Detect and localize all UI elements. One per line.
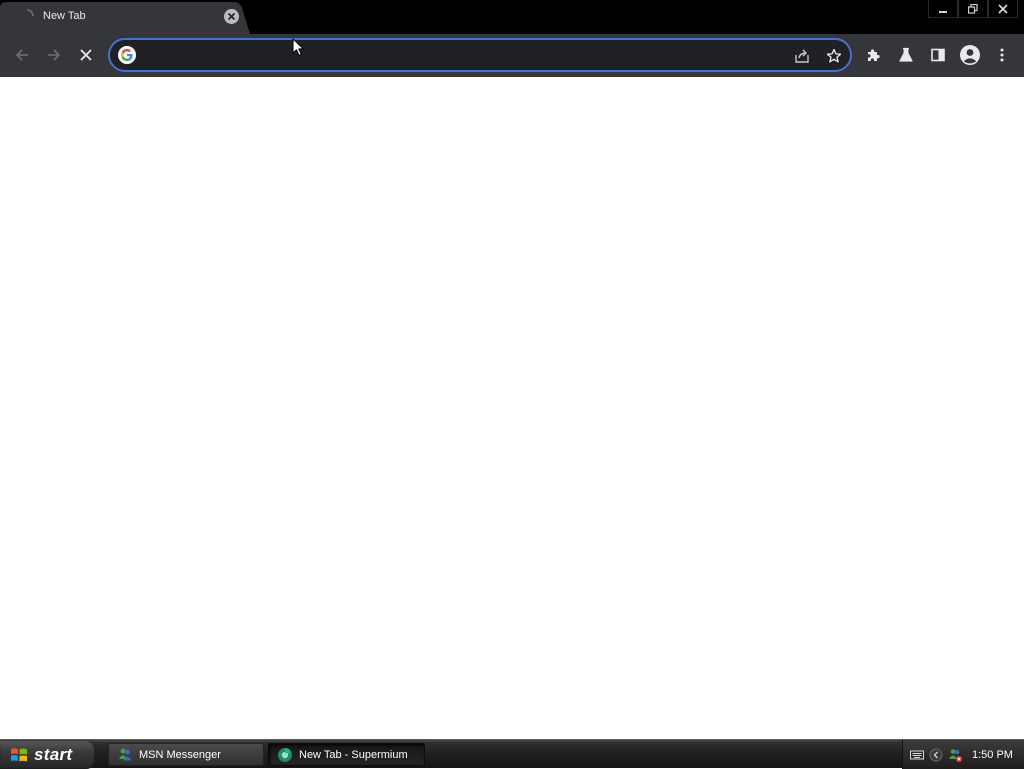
- minimize-button[interactable]: [928, 0, 958, 18]
- start-button[interactable]: start: [0, 740, 96, 769]
- tab-new-tab[interactable]: New Tab: [0, 0, 252, 34]
- close-icon: [998, 3, 1008, 14]
- browser-tab-strip: New Tab: [0, 0, 1024, 34]
- supermium-icon: [278, 747, 292, 762]
- arrow-right-icon: [48, 49, 61, 61]
- close-icon: [227, 12, 236, 21]
- taskbar-item-label: New Tab - Supermium: [299, 748, 408, 761]
- star-icon: [826, 48, 842, 63]
- windows-logo-icon: [11, 747, 27, 761]
- side-panel-icon: [931, 48, 945, 62]
- back-button[interactable]: [7, 40, 37, 70]
- minimize-icon: [939, 10, 947, 13]
- page-content[interactable]: [0, 77, 1024, 739]
- tab-title: New Tab: [43, 10, 86, 22]
- tab-background: [0, 2, 250, 34]
- loading-spinner-icon: [26, 9, 34, 17]
- puzzle-icon: [868, 49, 880, 61]
- mouse-cursor-icon: [292, 38, 304, 56]
- extensions-button[interactable]: [859, 40, 889, 70]
- restore-button[interactable]: [958, 0, 988, 18]
- taskbar-item-label: MSN Messenger: [139, 748, 221, 761]
- stop-loading-button[interactable]: [71, 40, 101, 70]
- chevron-left-icon[interactable]: [928, 747, 944, 763]
- google-icon: [118, 46, 136, 64]
- profile-button[interactable]: [955, 40, 985, 70]
- start-label: start: [34, 744, 73, 764]
- close-window-button[interactable]: [988, 0, 1018, 18]
- messenger-status-icon[interactable]: [947, 747, 963, 763]
- stop-icon: [80, 49, 92, 61]
- tab-close-button[interactable]: [224, 9, 239, 24]
- labs-button[interactable]: [891, 40, 921, 70]
- url-input[interactable]: [146, 44, 776, 66]
- share-icon: [795, 49, 809, 63]
- window-controls: [928, 0, 1018, 18]
- clock[interactable]: 1:50 PM: [972, 749, 1013, 761]
- menu-button[interactable]: [987, 40, 1017, 70]
- arrow-left-icon: [15, 49, 28, 61]
- side-panel-button[interactable]: [923, 40, 953, 70]
- taskbar-item-msn-messenger[interactable]: MSN Messenger: [108, 743, 264, 766]
- avatar-icon: [960, 45, 980, 65]
- bookmark-button[interactable]: [822, 44, 846, 68]
- more-vertical-icon: [1000, 48, 1004, 62]
- forward-button[interactable]: [39, 40, 69, 70]
- system-tray: 1:50 PM: [902, 740, 1024, 769]
- taskbar: start MSN Messenger New Tab - Supermium: [0, 739, 1024, 769]
- restore-icon: [968, 3, 978, 14]
- browser-toolbar: [0, 34, 1024, 77]
- share-button[interactable]: [790, 44, 814, 68]
- keyboard-icon[interactable]: [909, 747, 925, 763]
- address-bar[interactable]: [108, 38, 852, 72]
- taskbar-item-supermium[interactable]: New Tab - Supermium: [268, 743, 425, 766]
- msn-messenger-icon: [119, 748, 132, 760]
- flask-icon: [899, 47, 913, 62]
